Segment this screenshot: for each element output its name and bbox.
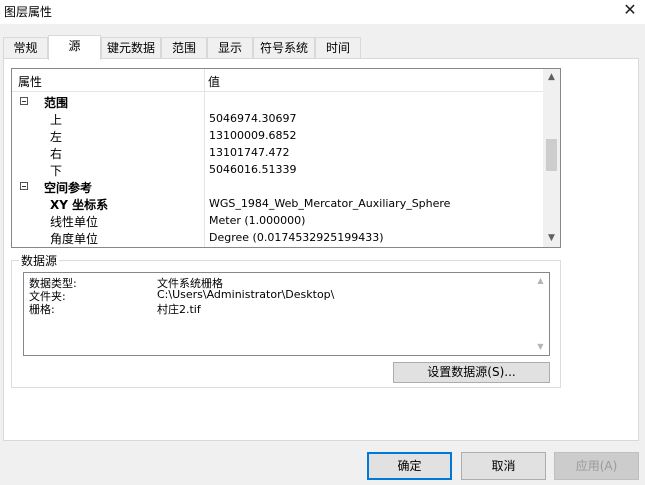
property-name: 左 [50, 130, 63, 144]
property-value: 5046016.51339 [209, 163, 297, 176]
source-label: 栅格: [29, 303, 55, 316]
property-value: 13100009.6852 [209, 129, 297, 142]
collapse-icon[interactable] [20, 97, 28, 105]
tab-strip: 常规 源 键元数据 范围 显示 符号系统 时间 [0, 35, 645, 60]
column-header-property: 属性 [18, 75, 43, 89]
property-value: WGS_1984_Web_Mercator_Auxiliary_Sphere [209, 197, 451, 210]
column-header-value: 值 [208, 75, 221, 89]
property-value: Meter (1.000000) [209, 214, 306, 227]
scroll-down-icon[interactable]: ▼ [543, 230, 560, 247]
table-row[interactable]: 上 5046974.30697 [12, 110, 544, 127]
group-row-spatial-reference[interactable]: 空间参考 [12, 178, 544, 195]
table-row[interactable]: 下 5046016.51339 [12, 161, 544, 178]
tab-key-metadata[interactable]: 键元数据 [101, 37, 161, 58]
scroll-up-icon[interactable]: ▲ [532, 274, 549, 288]
tab-symbology[interactable]: 符号系统 [253, 37, 315, 58]
table-row[interactable]: 线性单位 Meter (1.000000) [12, 212, 544, 229]
group-row-extent[interactable]: 范围 [12, 93, 544, 110]
tab-source[interactable]: 源 [48, 35, 101, 60]
property-name: 下 [50, 164, 63, 178]
apply-button[interactable]: 应用(A) [554, 452, 639, 480]
property-name: 上 [50, 113, 63, 127]
table-row[interactable]: 角度单位 Degree (0.0174532925199433) [12, 229, 544, 246]
data-source-details[interactable]: 数据类型: 文件系统栅格 文件夹: C:\Users\Administrator… [23, 272, 550, 356]
source-value: C:\Users\Administrator\Desktop\ [157, 288, 335, 301]
scroll-thumb[interactable] [546, 139, 557, 171]
collapse-icon[interactable] [20, 182, 28, 190]
group-label: 空间参考 [44, 181, 93, 195]
set-data-source-button[interactable]: 设置数据源(S)... [393, 362, 550, 383]
title-bar: 图层属性 ✕ [0, 0, 645, 24]
tab-general[interactable]: 常规 [3, 37, 48, 58]
property-value: 13101747.472 [209, 146, 290, 159]
source-value: 村庄2.tif [157, 303, 201, 316]
properties-grid[interactable]: 属性 值 范围 上 5046974.30697 左 13100009.6852 … [11, 68, 561, 248]
property-name: 角度单位 [50, 232, 99, 246]
property-value: Degree (0.0174532925199433) [209, 231, 384, 244]
property-name: 线性单位 [50, 215, 99, 229]
table-row[interactable]: 右 13101747.472 [12, 144, 544, 161]
window-title: 图层属性 [4, 5, 53, 19]
list-item: 栅格: 村庄2.tif [29, 301, 201, 317]
table-row[interactable]: XY 坐标系 WGS_1984_Web_Mercator_Auxiliary_S… [12, 195, 544, 212]
tab-time[interactable]: 时间 [315, 37, 361, 58]
cancel-button[interactable]: 取消 [461, 452, 546, 480]
close-icon[interactable]: ✕ [621, 1, 639, 19]
tab-extent[interactable]: 范围 [161, 37, 207, 58]
grid-header: 属性 值 [12, 69, 544, 92]
scroll-down-icon[interactable]: ▼ [532, 340, 549, 354]
details-scrollbar[interactable]: ▲ ▼ [532, 273, 549, 355]
scroll-up-icon[interactable]: ▲ [543, 69, 560, 86]
property-name: XY 坐标系 [50, 198, 109, 212]
tab-display[interactable]: 显示 [207, 37, 253, 58]
property-value: 5046974.30697 [209, 112, 297, 125]
table-row[interactable]: 左 13100009.6852 [12, 127, 544, 144]
group-label: 范围 [44, 96, 69, 110]
ok-button[interactable]: 确定 [367, 452, 452, 480]
property-name: 右 [50, 147, 63, 161]
data-source-group-label: 数据源 [19, 252, 60, 269]
grid-scrollbar[interactable]: ▲ ▼ [543, 69, 560, 247]
